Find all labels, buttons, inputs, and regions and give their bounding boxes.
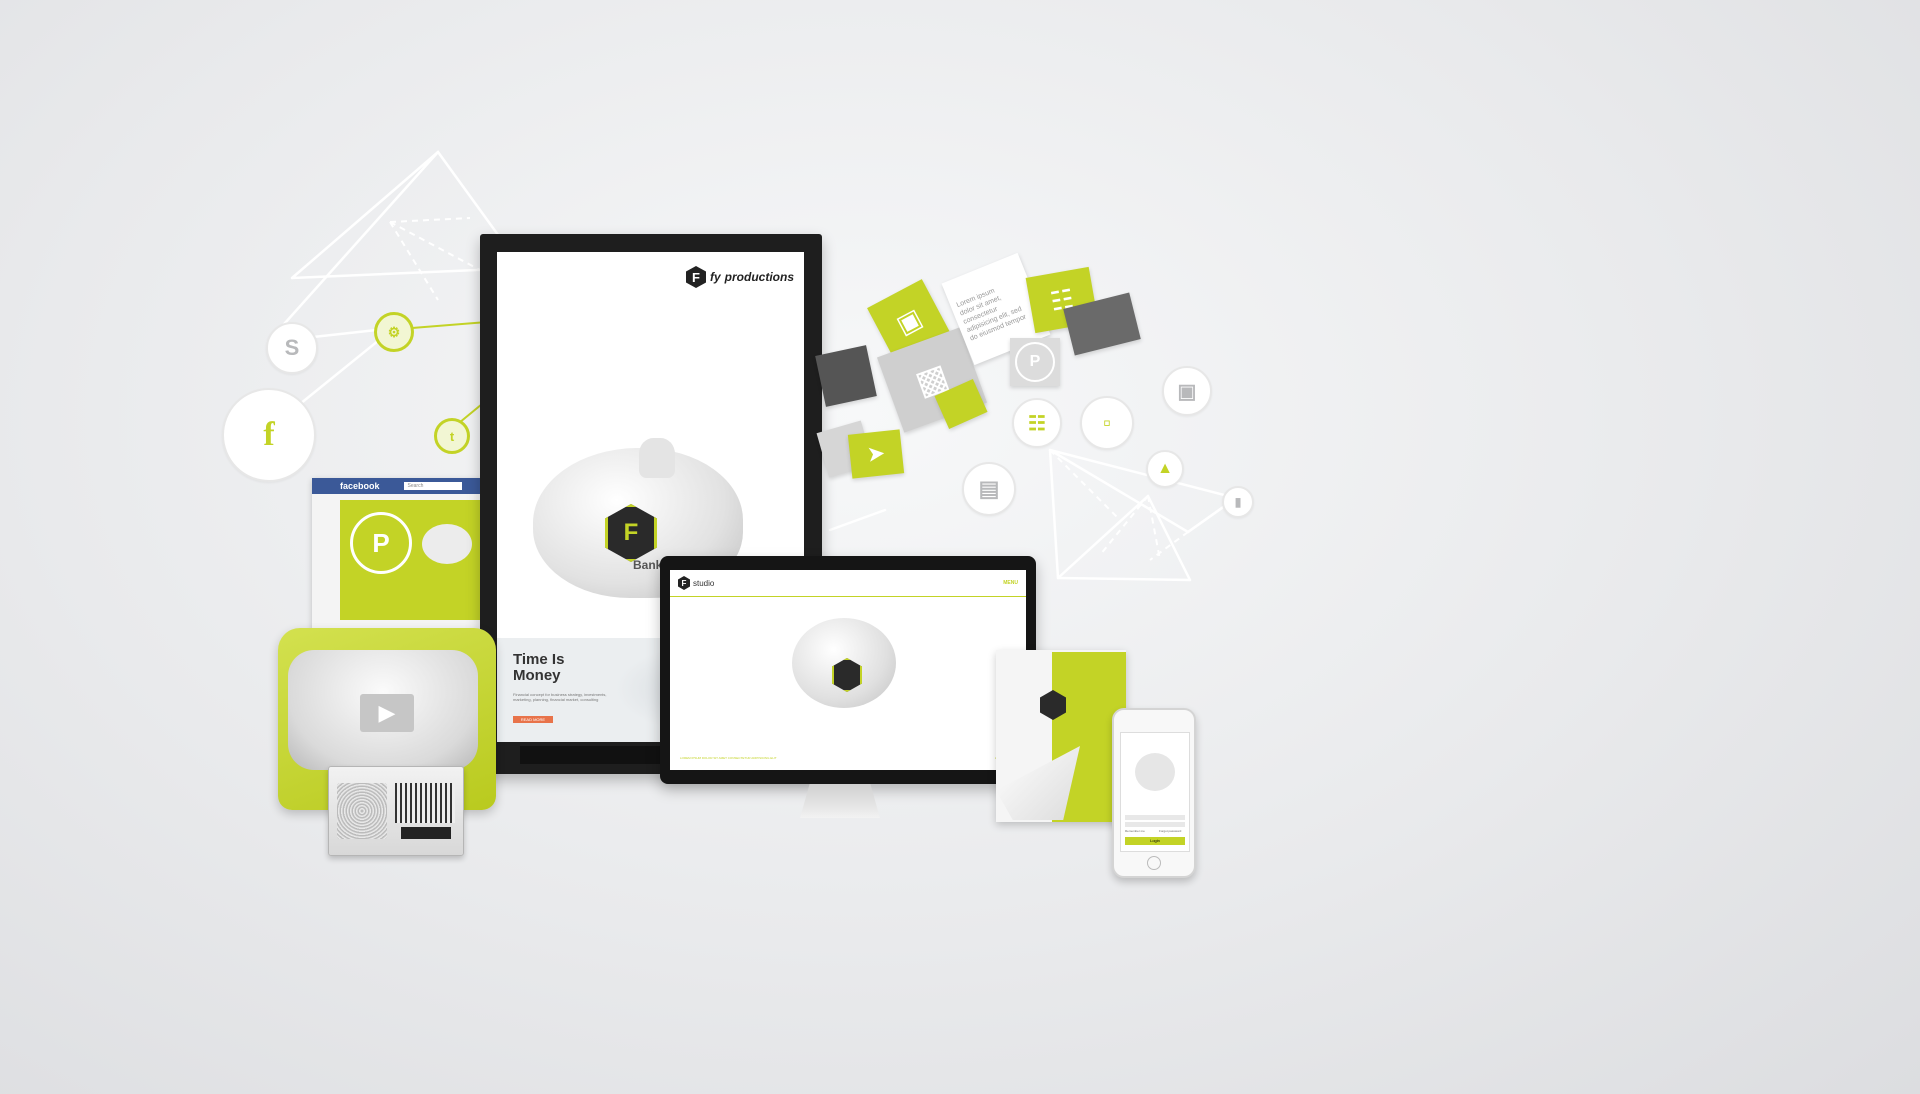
camera-icon[interactable]: ▣ <box>1162 366 1212 416</box>
iphone-username-field[interactable] <box>1125 815 1185 820</box>
imac-footer-left: LOREM IPSUM DOLOR SIT AMET CONSECTETUR A… <box>680 756 777 760</box>
facebook-header: facebook Search <box>312 478 482 494</box>
newspaper-icon[interactable]: ▤ <box>962 462 1016 516</box>
pinterest-tile[interactable]: P <box>1010 338 1060 386</box>
facebook-page-mockup: facebook Search P <box>312 478 482 648</box>
brochure <box>996 650 1126 822</box>
skype-icon[interactable]: S <box>266 322 318 374</box>
iphone-forgot[interactable]: Forgot password <box>1159 829 1181 833</box>
photo-tile <box>815 345 877 407</box>
radio-buttons <box>401 827 451 839</box>
headline-body: Financial concept for business strategy,… <box>513 692 607 702</box>
arrow-tile: ➤ <box>847 429 905 479</box>
logo-hexagon-icon: F <box>686 266 706 288</box>
facebook-brand: facebook <box>340 481 380 491</box>
twitter-icon[interactable]: t <box>434 418 470 454</box>
github-icon[interactable]: ⚙ <box>374 312 414 352</box>
document-icon[interactable]: ☷ <box>1012 398 1062 448</box>
studio-logo-text: studio <box>693 578 715 588</box>
piggy-thumb <box>422 524 472 564</box>
read-more-button[interactable]: READ MORE <box>513 716 553 723</box>
imac-menu-button[interactable]: MENU <box>1003 580 1018 586</box>
iphone-home-button[interactable] <box>1147 856 1161 870</box>
sd-card-icon[interactable]: ▮ <box>1222 486 1254 518</box>
iphone: Remember me Forgot password Login <box>1112 708 1196 878</box>
pinterest-icon[interactable]: P <box>350 512 412 574</box>
headline-line2: Money <box>513 667 561 684</box>
fyooz-logo: F fy productions <box>686 266 794 288</box>
imac-screen: F studio MENU LOREM IPSUM DOLOR SIT AMET… <box>670 570 1026 770</box>
iphone-password-field[interactable] <box>1125 822 1185 827</box>
imac: F studio MENU LOREM IPSUM DOLOR SIT AMET… <box>660 556 1036 784</box>
presentation-icon[interactable]: ▲ <box>1146 450 1184 488</box>
piggy-ear <box>639 438 675 478</box>
network-lines <box>266 150 1239 582</box>
imac-navbar: F studio MENU <box>670 570 1026 597</box>
logo-prefix: fy <box>710 270 721 284</box>
iphone-piggy <box>1135 753 1175 791</box>
play-icon[interactable]: ▶ <box>360 694 414 732</box>
headline-line1: Time Is <box>513 651 565 668</box>
bank-label: Bank <box>633 558 663 572</box>
radio <box>328 766 464 856</box>
facebook-search[interactable]: Search <box>403 482 462 490</box>
radio-dial <box>395 783 455 823</box>
logo-suffix: productions <box>724 270 794 284</box>
iphone-login-button[interactable]: Login <box>1125 837 1185 845</box>
facebook-icon[interactable]: f <box>222 388 316 482</box>
studio-logo-icon: F <box>678 576 690 590</box>
imac-stand <box>800 784 880 818</box>
studio-logo: F studio <box>678 576 714 590</box>
iphone-remember[interactable]: Remember me <box>1125 829 1145 833</box>
files-icon[interactable]: ▫ <box>1080 396 1134 450</box>
headline: Time Is Money <box>513 652 564 684</box>
radio-speaker <box>337 783 387 839</box>
iphone-screen: Remember me Forgot password Login <box>1120 732 1190 852</box>
